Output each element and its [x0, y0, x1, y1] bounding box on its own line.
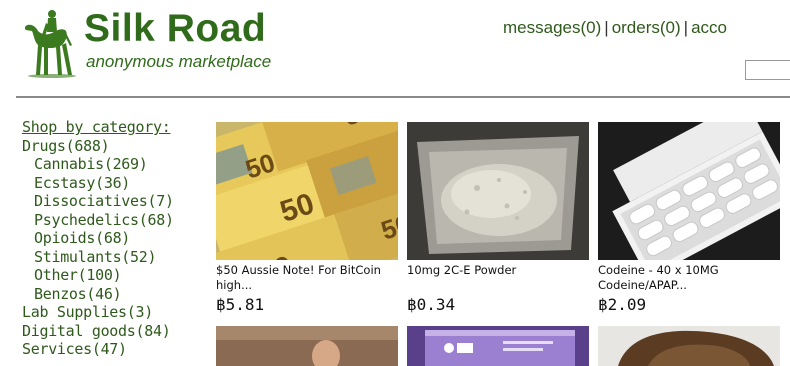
listing-image-powder[interactable] — [407, 122, 589, 260]
listing-title[interactable]: $50 Aussie Note! For BitCoin high... — [216, 263, 398, 293]
listing-image-pills[interactable] — [598, 122, 780, 260]
camel-logo-icon[interactable] — [22, 5, 78, 79]
top-nav: messages(0) | orders(0) | acco — [503, 17, 790, 39]
nav-separator: | — [683, 18, 689, 37]
listing-image[interactable] — [598, 326, 780, 366]
listing-price: ฿2.09 — [598, 295, 647, 314]
category-lab-supplies[interactable]: Lab Supplies(3) — [22, 303, 202, 322]
category-ecstasy[interactable]: Ecstasy(36) — [22, 174, 202, 193]
category-sidebar: Shop by category: Drugs(688) Cannabis(26… — [22, 118, 202, 359]
site-title[interactable]: Silk Road — [84, 7, 271, 51]
header-divider — [16, 96, 790, 98]
category-heading: Shop by category: — [22, 118, 171, 136]
listing-title[interactable]: 10mg 2C-E Powder — [407, 263, 589, 278]
category-dissociatives[interactable]: Dissociatives(7) — [22, 192, 202, 211]
listing-image[interactable] — [407, 326, 589, 366]
messages-link[interactable]: messages(0) — [503, 18, 601, 37]
category-cannabis[interactable]: Cannabis(269) — [22, 155, 202, 174]
listing-image-aussie-notes[interactable]: 50 50 50 50 50 — [216, 122, 398, 260]
category-digital-goods[interactable]: Digital goods(84) — [22, 322, 202, 341]
listing-image[interactable] — [216, 326, 398, 366]
category-other[interactable]: Other(100) — [22, 266, 202, 285]
site-tagline: anonymous marketplace — [86, 52, 272, 71]
listing-price: ฿5.81 — [216, 295, 265, 314]
nav-separator: | — [604, 18, 609, 37]
category-opioids[interactable]: Opioids(68) — [22, 229, 202, 248]
category-benzos[interactable]: Benzos(46) — [22, 285, 202, 304]
listing-title[interactable]: Codeine - 40 x 10MG Codeine/APAP... — [598, 263, 780, 293]
account-link[interactable]: acco — [691, 18, 727, 37]
category-services[interactable]: Services(47) — [22, 340, 202, 359]
orders-link[interactable]: orders(0) — [612, 18, 681, 37]
search-input[interactable] — [745, 60, 790, 80]
category-psychedelics[interactable]: Psychedelics(68) — [22, 211, 202, 230]
brand: Silk Road anonymous marketplace — [84, 7, 271, 72]
category-drugs[interactable]: Drugs(688) — [22, 137, 202, 156]
category-stimulants[interactable]: Stimulants(52) — [22, 248, 202, 267]
listing-price: ฿0.34 — [407, 295, 456, 314]
